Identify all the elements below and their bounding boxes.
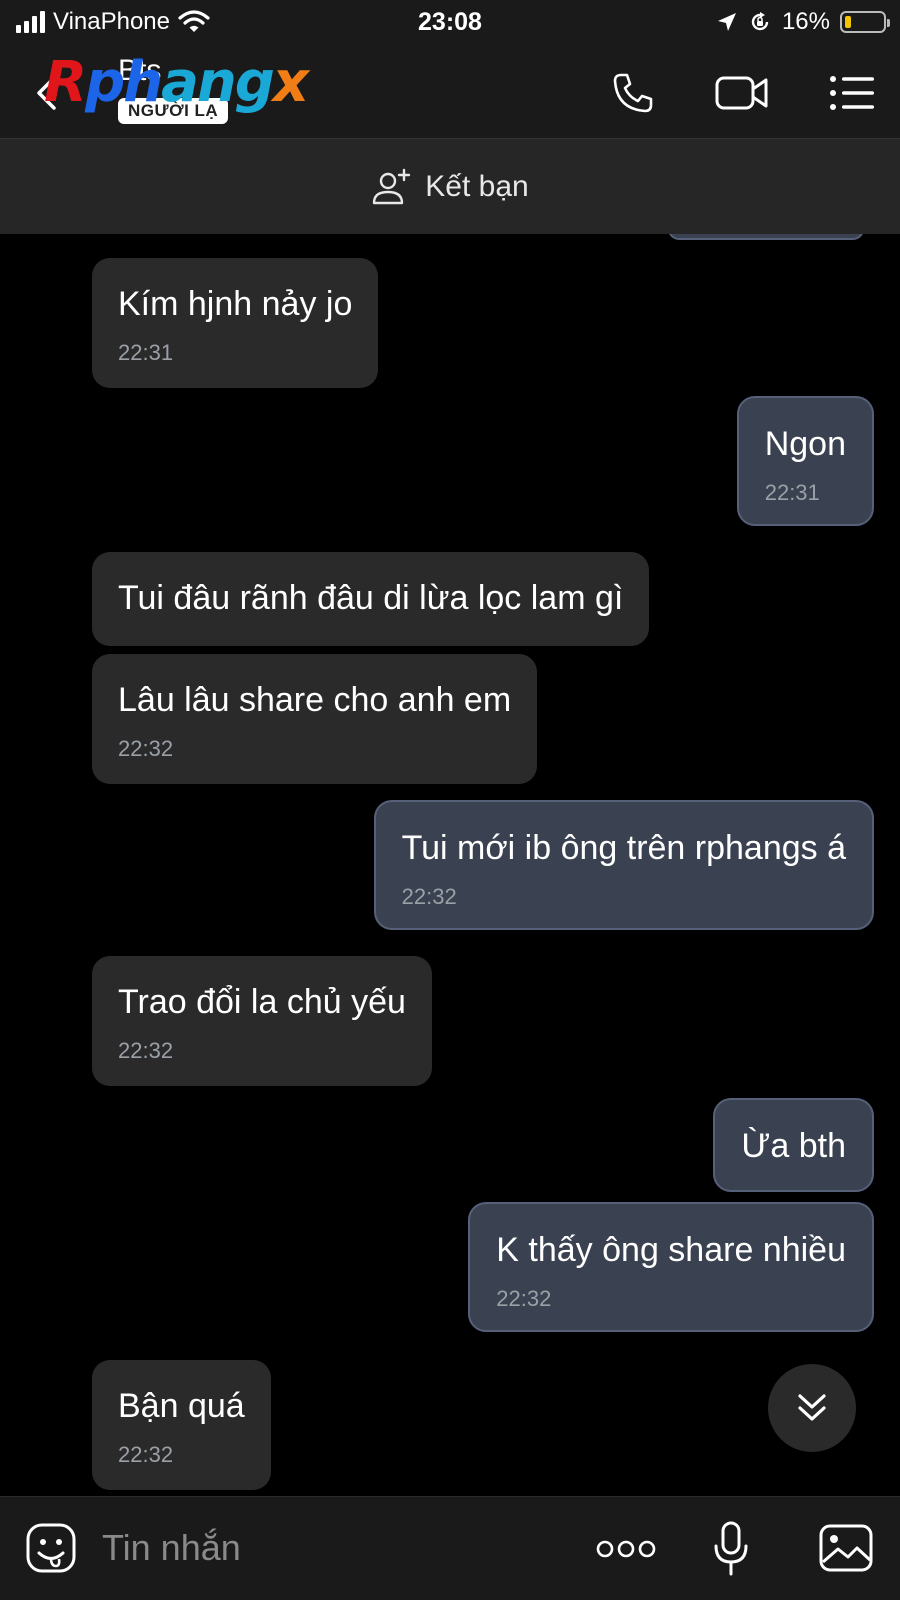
battery-icon xyxy=(840,11,890,33)
message-input[interactable] xyxy=(102,1521,562,1575)
message-bubble-outgoing[interactable]: Ngon 22:31 xyxy=(736,396,874,526)
add-user-icon xyxy=(373,168,411,204)
chat-menu-button[interactable] xyxy=(822,68,882,118)
message-bubble-partial xyxy=(668,234,864,240)
message-time: 22:32 xyxy=(496,1286,552,1311)
message-time: 22:31 xyxy=(764,480,820,505)
rotation-lock-icon xyxy=(751,12,769,31)
chat-header: Bts NGƯỜI LẠ Rphangx xyxy=(0,46,900,138)
stranger-badge: NGƯỜI LẠ xyxy=(118,98,229,124)
contact-name[interactable]: Bts xyxy=(118,54,161,88)
message-list[interactable]: Kím hjnh nảy jo 22:31 Ngon 22:31 Tui đâu… xyxy=(0,234,900,1496)
message-text: Bận quá xyxy=(118,1387,245,1425)
message-time: 22:32 xyxy=(118,1038,174,1063)
voice-record-button[interactable] xyxy=(706,1519,756,1579)
video-call-button[interactable] xyxy=(712,68,772,118)
menu-list-icon xyxy=(830,76,874,110)
microphone-icon xyxy=(714,1521,748,1576)
message-bubble-outgoing[interactable]: Ừa bth xyxy=(713,1098,874,1192)
message-text: Tui đâu rãnh đâu di lừa lọc lam gì xyxy=(118,579,624,617)
message-text: Ngon xyxy=(764,425,846,463)
message-time: 22:31 xyxy=(118,340,174,365)
message-composer xyxy=(0,1496,900,1600)
battery-level xyxy=(845,16,851,28)
message-bubble-incoming[interactable]: Bận quá 22:32 xyxy=(92,1360,271,1490)
double-chevron-down-icon xyxy=(798,1394,826,1421)
sticker-icon xyxy=(26,1523,76,1573)
message-text: Ừa bth xyxy=(741,1127,846,1165)
image-picker-button[interactable] xyxy=(816,1521,876,1575)
back-button[interactable] xyxy=(26,68,66,118)
more-options-button[interactable] xyxy=(594,1531,658,1567)
add-friend-button[interactable]: Kết bạn xyxy=(0,138,900,234)
video-camera-icon xyxy=(715,76,768,110)
add-friend-label: Kết bạn xyxy=(425,169,529,203)
phone-icon xyxy=(613,73,653,113)
location-arrow-icon xyxy=(717,13,736,31)
message-text: Kím hjnh nảy jo xyxy=(118,285,353,323)
message-text: Tui mới ib ông trên rphangs á xyxy=(401,829,846,867)
sticker-button[interactable] xyxy=(24,1521,78,1575)
battery-percent: 16% xyxy=(781,8,830,35)
call-button[interactable] xyxy=(603,68,663,118)
more-dots-icon xyxy=(596,1540,656,1558)
message-text: Lâu lâu share cho anh em xyxy=(118,681,512,719)
message-bubble-incoming[interactable]: Kím hjnh nảy jo 22:31 xyxy=(92,258,379,388)
message-text: Trao đổi la chủ yếu xyxy=(118,983,406,1021)
status-bar: VinaPhone 23:08 16% xyxy=(0,0,900,46)
message-time: 22:32 xyxy=(118,1442,174,1467)
message-time: 22:32 xyxy=(401,884,457,909)
status-right: 16% xyxy=(716,8,890,36)
message-bubble-outgoing[interactable]: K thấy ông share nhiều 22:32 xyxy=(468,1202,874,1332)
image-icon xyxy=(819,1524,873,1572)
message-bubble-incoming[interactable]: Trao đổi la chủ yếu 22:32 xyxy=(92,956,432,1086)
message-bubble-incoming[interactable]: Lâu lâu share cho anh em 22:32 xyxy=(92,654,538,784)
message-bubble-incoming[interactable]: Tui đâu rãnh đâu di lừa lọc lam gì xyxy=(92,552,650,646)
back-chevron-icon xyxy=(37,76,56,110)
message-time: 22:32 xyxy=(118,736,174,761)
message-text: K thấy ông share nhiều xyxy=(496,1231,846,1269)
message-bubble-outgoing[interactable]: Tui mới ib ông trên rphangs á 22:32 xyxy=(373,800,874,930)
scroll-to-bottom-button[interactable] xyxy=(768,1364,856,1452)
